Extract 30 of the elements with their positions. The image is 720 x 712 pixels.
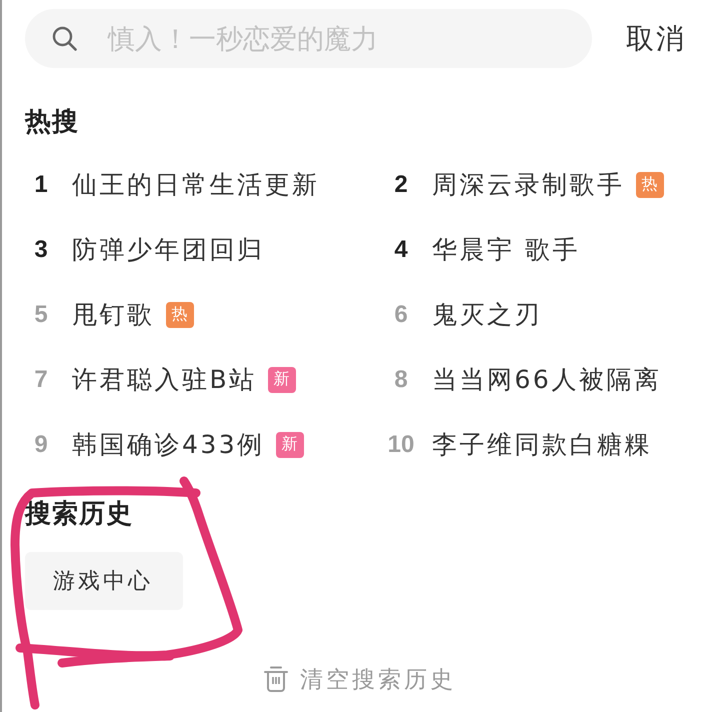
- rank-number: 8: [393, 366, 409, 394]
- rank-number: 5: [33, 300, 49, 328]
- trash-icon: [264, 666, 288, 692]
- rank-number: 2: [393, 170, 409, 198]
- trending-link[interactable]: 甩钉歌: [72, 298, 154, 331]
- trend-tag: 热: [166, 302, 194, 328]
- rank-number: 3: [33, 236, 49, 264]
- trending-link[interactable]: 鬼灭之刃: [432, 298, 542, 331]
- search-icon: [52, 26, 77, 51]
- trending-link[interactable]: 华晨宇 歌手: [432, 233, 580, 266]
- rank-number: 9: [33, 430, 49, 458]
- cancel-button[interactable]: 取消: [626, 20, 686, 58]
- rank-number: 4: [393, 236, 409, 264]
- trending-link[interactable]: 李子维同款白糖粿: [432, 428, 652, 461]
- section-title: 热搜: [25, 106, 79, 139]
- trend-tag: 新: [268, 366, 296, 392]
- trending-link[interactable]: 当当网66人被隔离: [432, 363, 662, 396]
- rank-number: 6: [393, 300, 409, 328]
- trending-link[interactable]: 防弹少年团回归: [72, 233, 264, 266]
- rank-number: 10: [386, 430, 416, 458]
- trending-link[interactable]: 仙王的日常生活更新: [72, 168, 320, 201]
- trending-link[interactable]: 许君聪入驻B站: [72, 363, 257, 396]
- section-title: 搜索历史: [25, 498, 133, 531]
- history-chip[interactable]: 游戏中心: [25, 552, 183, 610]
- rank-number: 1: [33, 170, 49, 198]
- trending-link[interactable]: 周深云录制歌手: [432, 168, 624, 201]
- trending-link[interactable]: 韩国确诊433例: [72, 428, 265, 461]
- rank-number: 7: [33, 366, 49, 394]
- trend-tag: 新: [276, 432, 304, 458]
- trend-tag: 热: [636, 172, 664, 198]
